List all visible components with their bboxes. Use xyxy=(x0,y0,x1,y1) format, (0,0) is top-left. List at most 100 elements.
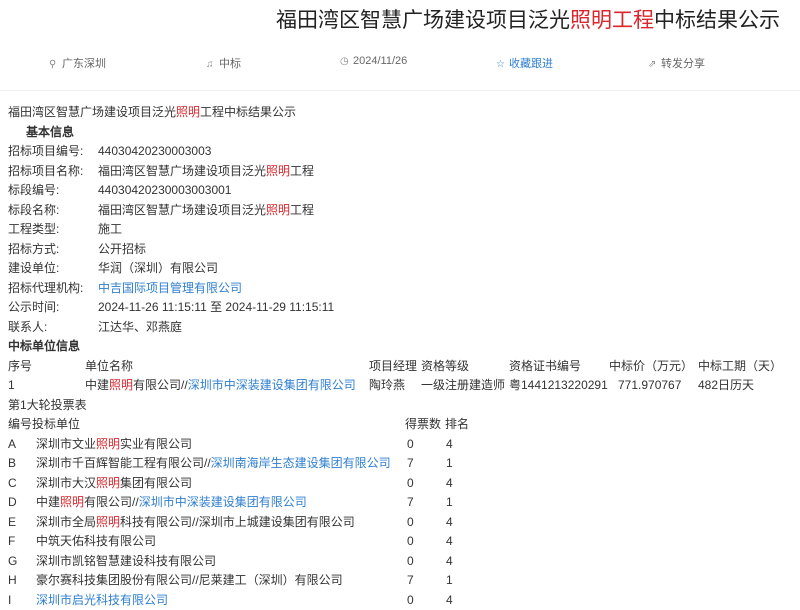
winner-cell-period: 482日历天 xyxy=(698,376,754,396)
vote-rank: 4 xyxy=(446,435,453,455)
vote-unit: 深圳市千百辉智能工程有限公司//深圳南海岸生态建设集团有限公司 xyxy=(36,454,391,474)
field-value: 施工 xyxy=(98,220,122,240)
field-value-a: 福田湾区智慧广场建设项目泛光 xyxy=(98,203,266,217)
vote-header-row: 编号 投标单位 得票数 排名 xyxy=(8,415,800,435)
field-label: 标段编号: xyxy=(8,181,98,201)
field-value: 公开招标 xyxy=(98,240,146,260)
vote-code: B xyxy=(8,454,16,474)
field-label: 工程类型: xyxy=(8,220,98,240)
meta-bar: ⚲广东深圳 ♫中标 ◷2024/11/26 ☆收藏跟进 ⇗转发分享 xyxy=(0,52,800,72)
bell-icon: ♫ xyxy=(206,59,216,70)
location-pin-icon: ⚲ xyxy=(49,59,59,70)
field-label: 联系人: xyxy=(8,318,98,338)
vote-unit-a: 中筑天佑科技有限公司 xyxy=(36,534,156,548)
title-highlight: 照明工程 xyxy=(570,9,654,32)
table-row: B 深圳市千百辉智能工程有限公司//深圳南海岸生态建设集团有限公司 7 1 xyxy=(8,454,800,474)
field-section-name: 标段名称:福田湾区智慧广场建设项目泛光照明工程 xyxy=(8,201,800,221)
field-value-b: 工程 xyxy=(290,164,314,178)
meta-date-text: 2024/11/26 xyxy=(353,55,407,67)
table-row: 1 中建照明有限公司//深圳市中深装建设集团有限公司 陶玲燕 一级注册建造师 粤… xyxy=(8,376,800,396)
winner-header-price: 中标价（万元） xyxy=(609,357,693,377)
field-agent: 招标代理机构:中吉国际项目管理有限公司 xyxy=(8,279,800,299)
field-contact: 联系人:江达华、邓燕庭 xyxy=(8,318,800,338)
field-value: 2024-11-26 11:15:11 至 2024-11-29 11:15:1… xyxy=(98,298,334,318)
winner-header-no: 序号 xyxy=(8,357,32,377)
vote-code: A xyxy=(8,435,16,455)
vote-code: G xyxy=(8,552,17,572)
winner-cell-qual: 一级注册建造师 xyxy=(421,376,505,396)
field-value: 福田湾区智慧广场建设项目泛光照明工程 xyxy=(98,201,314,221)
meta-date: ◷2024/11/26 xyxy=(340,55,407,67)
vote-unit: 中筑天佑科技有限公司 xyxy=(36,532,156,552)
field-label: 公示时间: xyxy=(8,298,98,318)
vote-votes: 0 xyxy=(407,513,414,533)
document-body: 福田湾区智慧广场建设项目泛光照明工程中标结果公示 基本信息 招标项目编号:440… xyxy=(8,103,800,610)
field-value: 44030420230003003 xyxy=(98,142,211,162)
vote-unit: 豪尔赛科技集团股份有限公司//尼莱建工（深圳）有限公司 xyxy=(36,571,343,591)
vote-unit-a: 深圳市大汉 xyxy=(36,476,96,490)
winner-unit-link[interactable]: 深圳市中深装建设集团有限公司 xyxy=(188,378,356,392)
vote-unit-a: 中建 xyxy=(36,495,60,509)
share-button[interactable]: ⇗转发分享 xyxy=(648,55,705,71)
winner-header-manager: 项目经理 xyxy=(369,357,417,377)
vote-rank: 4 xyxy=(446,474,453,494)
vote-rank: 4 xyxy=(446,513,453,533)
star-icon: ☆ xyxy=(496,59,506,70)
vote-unit-red: 照明 xyxy=(96,515,120,529)
vote-title: 第1大轮投票表 xyxy=(8,396,800,416)
field-section-no: 标段编号:44030420230003003001 xyxy=(8,181,800,201)
vote-unit-link[interactable]: 深圳市中深装建设集团有限公司 xyxy=(139,495,307,509)
field-method: 招标方式:公开招标 xyxy=(8,240,800,260)
vote-rank: 1 xyxy=(446,571,453,591)
winner-header-cert: 资格证书编号 xyxy=(509,357,581,377)
vote-votes: 7 xyxy=(407,493,414,513)
agent-link[interactable]: 中吉国际项目管理有限公司 xyxy=(98,279,242,299)
vote-unit-a: 深圳市文业 xyxy=(36,437,96,451)
vote-unit: 深圳市大汉照明集团有限公司 xyxy=(36,474,192,494)
vote-votes: 7 xyxy=(407,454,414,474)
field-publish-time: 公示时间:2024-11-26 11:15:11 至 2024-11-29 11… xyxy=(8,298,800,318)
doc-heading-a: 福田湾区智慧广场建设项目泛光 xyxy=(8,105,176,119)
vote-votes: 0 xyxy=(407,474,414,494)
field-value-red: 照明 xyxy=(266,203,290,217)
divider xyxy=(0,90,800,91)
winner-unit-a: 中建 xyxy=(85,378,109,392)
vote-rank: 4 xyxy=(446,591,453,610)
field-value-a: 福田湾区智慧广场建设项目泛光 xyxy=(98,164,266,178)
winner-header-row: 序号 单位名称 项目经理 资格等级 资格证书编号 中标价（万元） 中标工期（天） xyxy=(8,357,800,377)
vote-code: H xyxy=(8,571,17,591)
vote-votes: 0 xyxy=(407,552,414,572)
vote-code: I xyxy=(8,591,11,610)
winner-header-unit: 单位名称 xyxy=(85,357,133,377)
winner-cell-unit: 中建照明有限公司//深圳市中深装建设集团有限公司 xyxy=(85,376,356,396)
meta-type-text: 中标 xyxy=(219,58,241,70)
vote-unit-link[interactable]: 深圳南海岸生态建设集团有限公司 xyxy=(211,456,391,470)
table-row: G深圳市凯铭智慧建设科技有限公司04 xyxy=(8,552,800,572)
table-row: A深圳市文业照明实业有限公司04 xyxy=(8,435,800,455)
title-part1: 福田湾区智慧广场建设项目泛光 xyxy=(276,9,570,32)
field-label: 标段名称: xyxy=(8,201,98,221)
vote-code: E xyxy=(8,513,16,533)
vote-rank: 1 xyxy=(446,493,453,513)
vote-unit-red: 照明 xyxy=(60,495,84,509)
doc-heading-b: 工程中标结果公示 xyxy=(200,105,296,119)
vote-unit-b: 科技有限公司//深圳市上城建设集团有限公司 xyxy=(120,515,355,529)
field-value: 江达华、邓燕庭 xyxy=(98,318,182,338)
winner-header-period: 中标工期（天） xyxy=(698,357,782,377)
vote-header-rank: 排名 xyxy=(445,415,469,435)
vote-votes: 0 xyxy=(407,435,414,455)
doc-heading: 福田湾区智慧广场建设项目泛光照明工程中标结果公示 xyxy=(8,103,800,123)
table-row: D中建照明有限公司//深圳市中深装建设集团有限公司71 xyxy=(8,493,800,513)
field-label: 招标项目编号: xyxy=(8,142,98,162)
field-label: 招标代理机构: xyxy=(8,279,98,299)
favorite-label: 收藏跟进 xyxy=(509,58,553,70)
vote-unit-a: 深圳市全局 xyxy=(36,515,96,529)
field-value-b: 工程 xyxy=(290,203,314,217)
vote-header-unit: 投标单位 xyxy=(32,415,80,435)
table-row: H豪尔赛科技集团股份有限公司//尼莱建工（深圳）有限公司71 xyxy=(8,571,800,591)
favorite-button[interactable]: ☆收藏跟进 xyxy=(496,55,553,71)
vote-unit: 中建照明有限公司//深圳市中深装建设集团有限公司 xyxy=(36,493,307,513)
winner-unit-b: 有限公司// xyxy=(133,378,188,392)
vote-rank: 1 xyxy=(446,454,453,474)
basic-info-title: 基本信息 xyxy=(8,123,800,143)
